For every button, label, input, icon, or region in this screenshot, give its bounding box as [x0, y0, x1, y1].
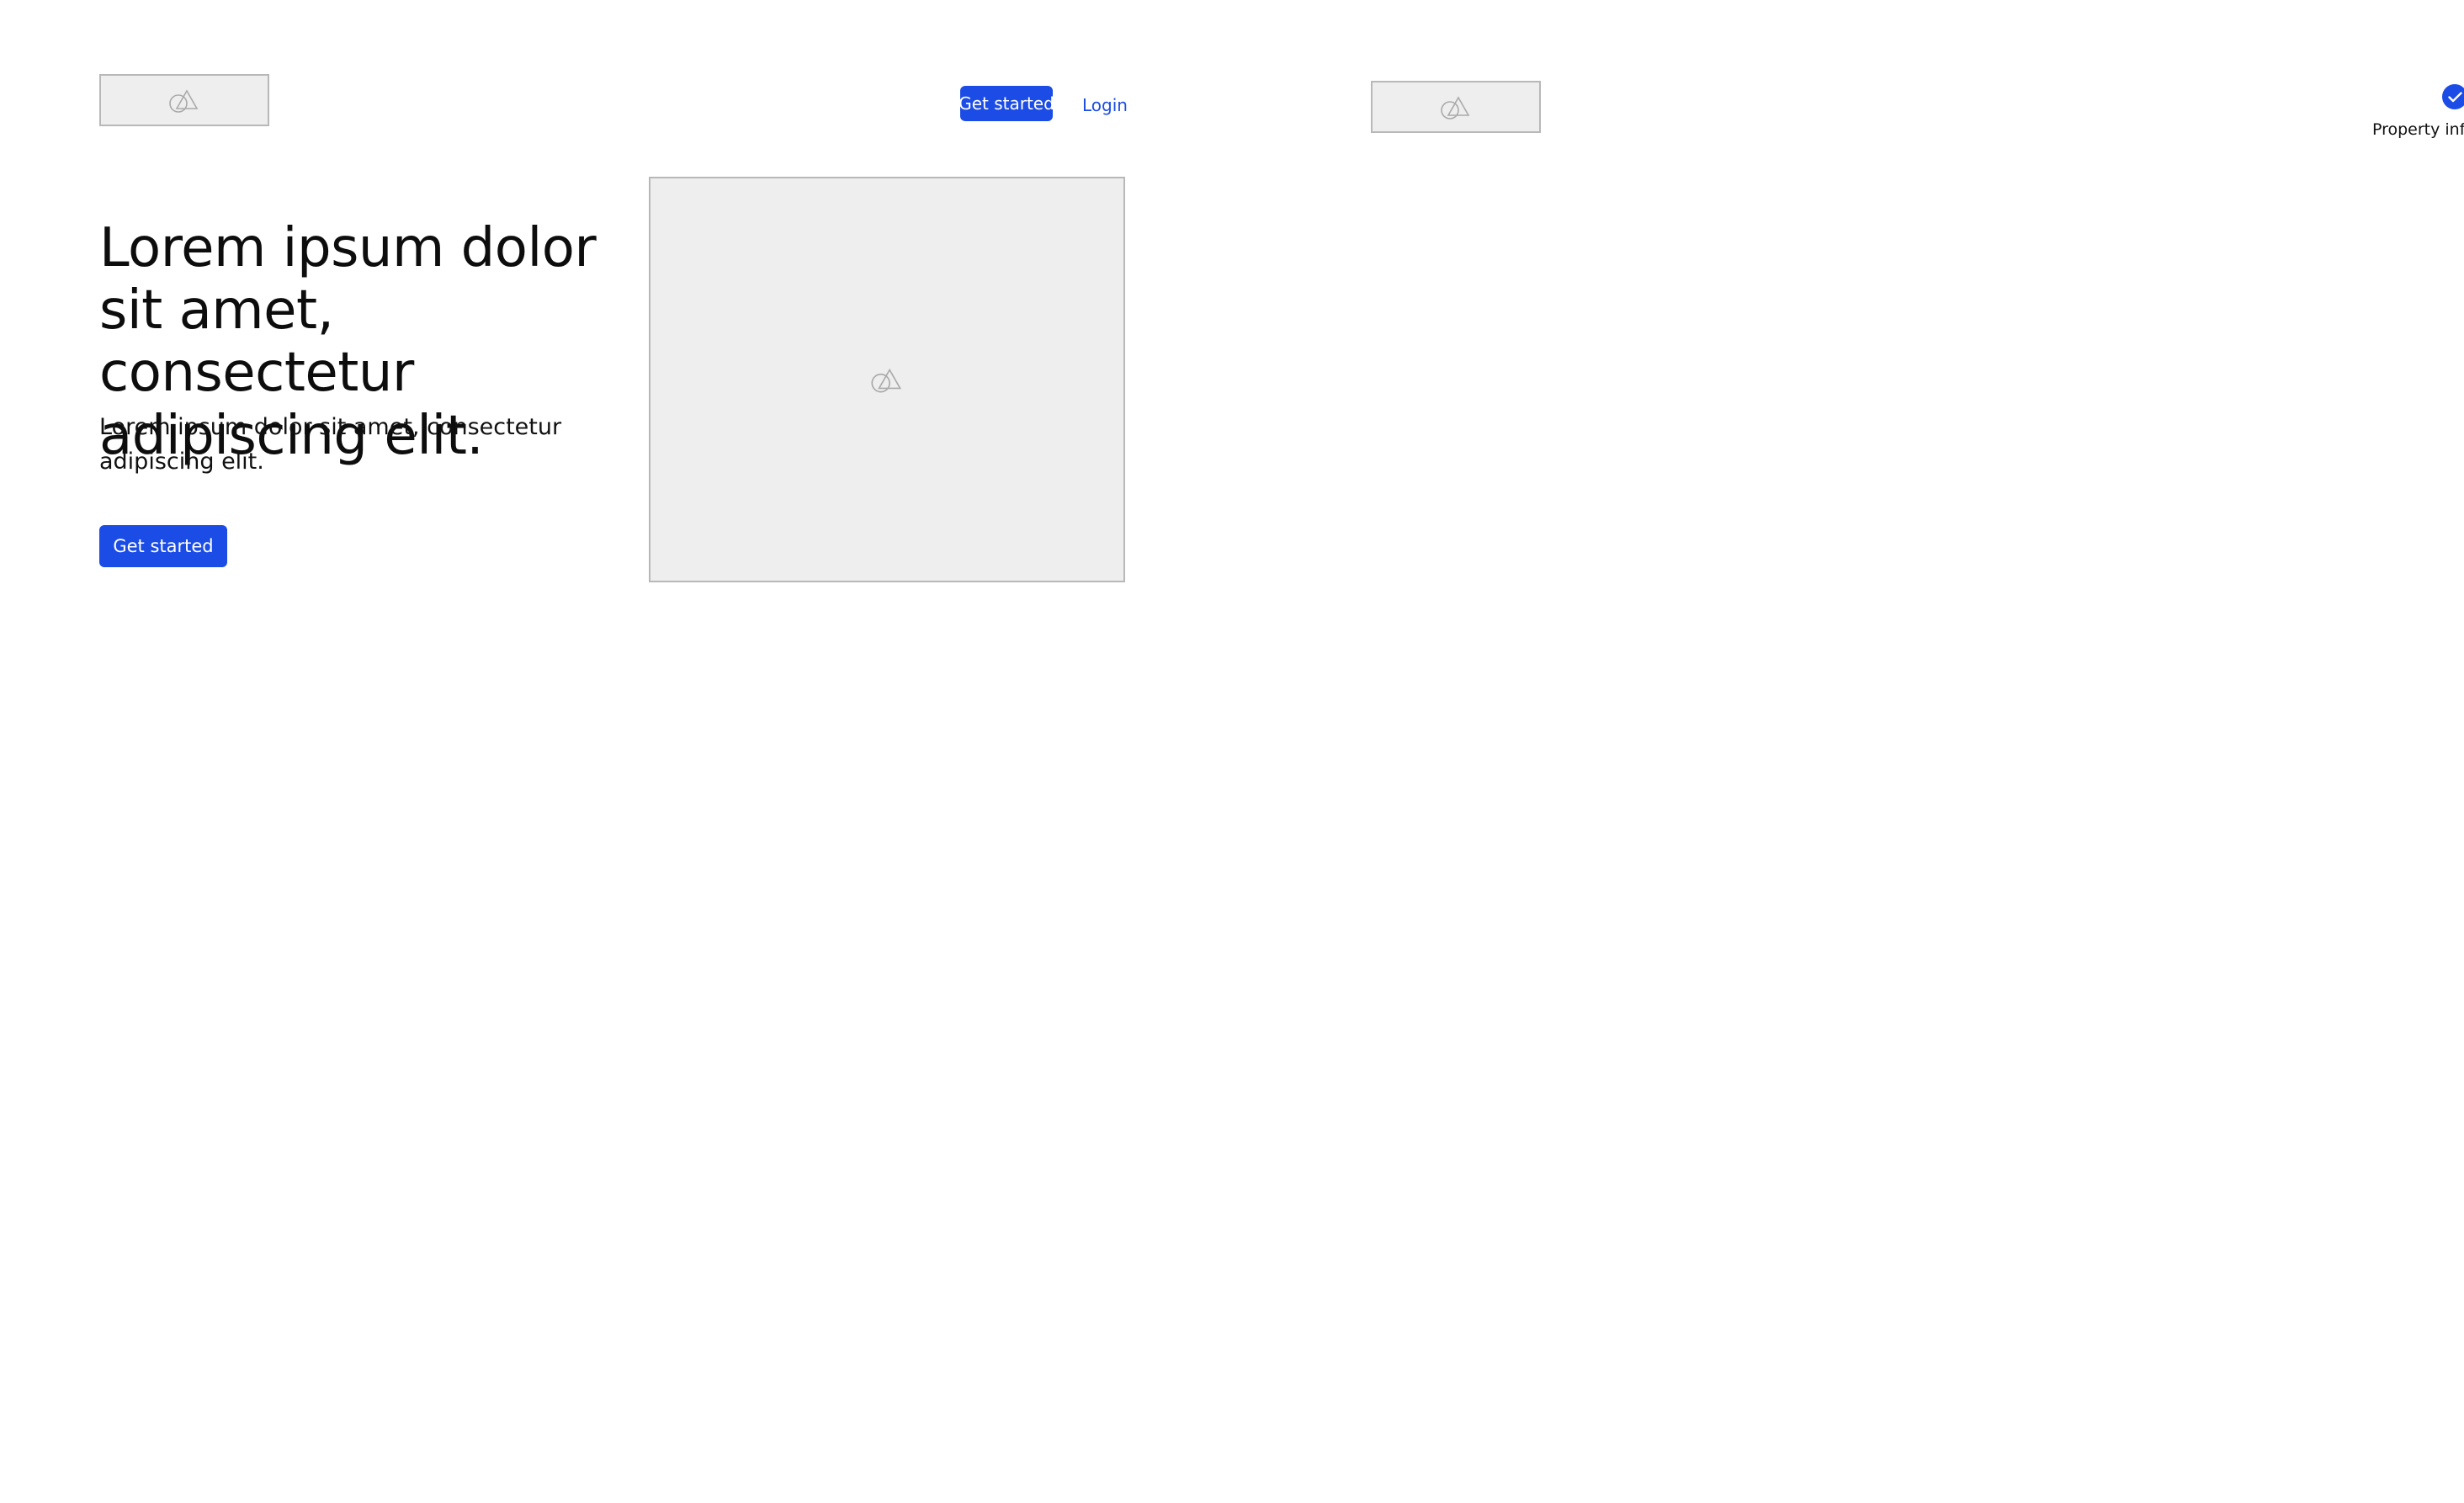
- stepper-step-property-information[interactable]: Property information: [2372, 84, 2464, 139]
- landing-panel: Get started Login Lorem ipsum dolor sit …: [0, 0, 1232, 752]
- brand-logo[interactable]: [1371, 81, 1541, 133]
- hero-get-started-button[interactable]: Get started: [99, 525, 227, 567]
- stepper-step-label: Property information: [2371, 120, 2464, 139]
- brand-logo[interactable]: [99, 74, 269, 126]
- operating-expenses-panel: Property information2Valuation and rent3…: [1232, 752, 2464, 1503]
- hero-subheading: Lorem ipsum dolor sit amet, consectetur …: [99, 414, 562, 475]
- hero-image-placeholder: [649, 177, 1125, 582]
- image-placeholder-icon: [165, 86, 204, 114]
- step-complete-check-icon: [2442, 84, 2464, 109]
- image-placeholder-icon: [1436, 93, 1475, 121]
- screenshot-canvas: Get started Login Lorem ipsum dolor sit …: [0, 0, 2464, 1503]
- wizard-stepper: Property information2Valuation and rent3…: [2372, 84, 2464, 139]
- header-login-link[interactable]: Login: [1082, 95, 1128, 115]
- header-get-started-button[interactable]: Get started: [959, 86, 1054, 121]
- image-placeholder-icon: [867, 364, 907, 395]
- valuation-and-rent-panel: Property information2Valuation and rent3…: [0, 752, 1232, 1503]
- property-information-panel: Property information2Valuation and rent3…: [1232, 0, 2464, 752]
